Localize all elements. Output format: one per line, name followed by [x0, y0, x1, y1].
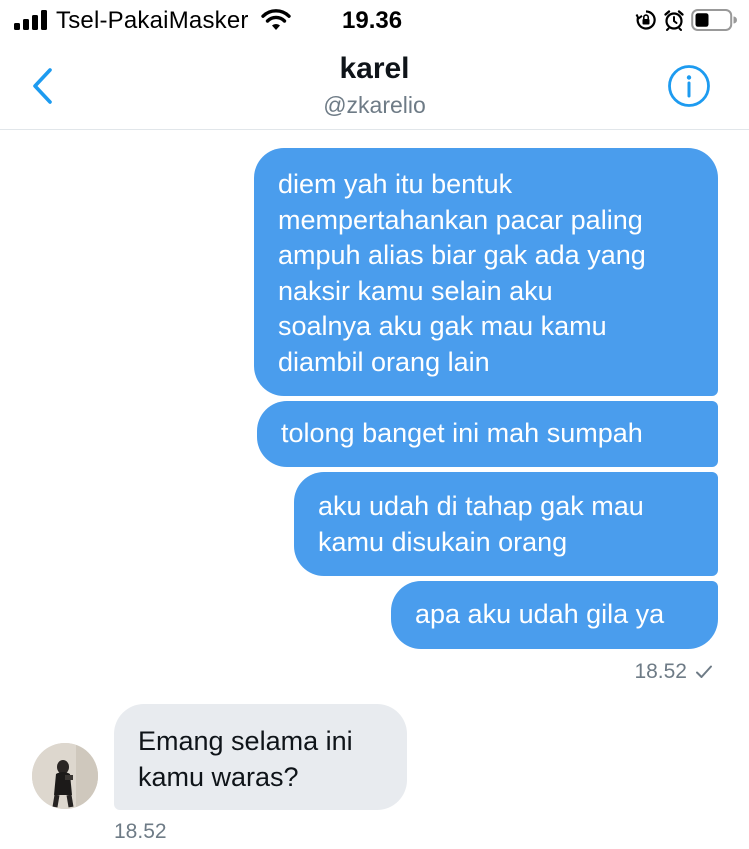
carrier-name: Tsel-PakaiMasker [56, 7, 249, 34]
battery-icon [691, 9, 737, 31]
sent-message-bubble[interactable]: diem yah itu bentuk mempertahankan pacar… [254, 148, 718, 396]
received-timestamp: 18.52 [114, 820, 167, 843]
info-icon[interactable] [667, 64, 711, 108]
contact-handle: @zkarelio [323, 92, 426, 118]
contact-avatar[interactable] [32, 743, 98, 809]
contact-name[interactable]: karel [0, 52, 749, 86]
checkmark-icon [696, 665, 712, 678]
sent-message-bubble[interactable]: aku udah di tahap gak mau kamu disukain … [294, 472, 718, 576]
wifi-icon [261, 9, 291, 30]
status-icons [635, 8, 737, 32]
status-time: 19.36 [342, 7, 403, 34]
avatar-photo [32, 743, 98, 809]
rotation-lock-icon [635, 10, 656, 30]
signal-icon [14, 10, 48, 30]
received-message-bubble[interactable]: Emang selama ini kamu waras? [114, 704, 407, 810]
sent-message-bubble[interactable]: apa aku udah gila ya [391, 581, 718, 649]
sent-message-meta: 18.52 [634, 660, 713, 684]
alarm-icon [664, 10, 684, 31]
dm-conversation-screen: Tsel-PakaiMasker 19.36 karel @zkarelio d… [0, 0, 749, 849]
sent-timestamp: 18.52 [634, 660, 687, 683]
status-bar: Tsel-PakaiMasker 19.36 [0, 0, 749, 44]
sent-message-bubble[interactable]: tolong banget ini mah sumpah [257, 401, 718, 467]
conversation-header: karel @zkarelio [0, 44, 749, 130]
